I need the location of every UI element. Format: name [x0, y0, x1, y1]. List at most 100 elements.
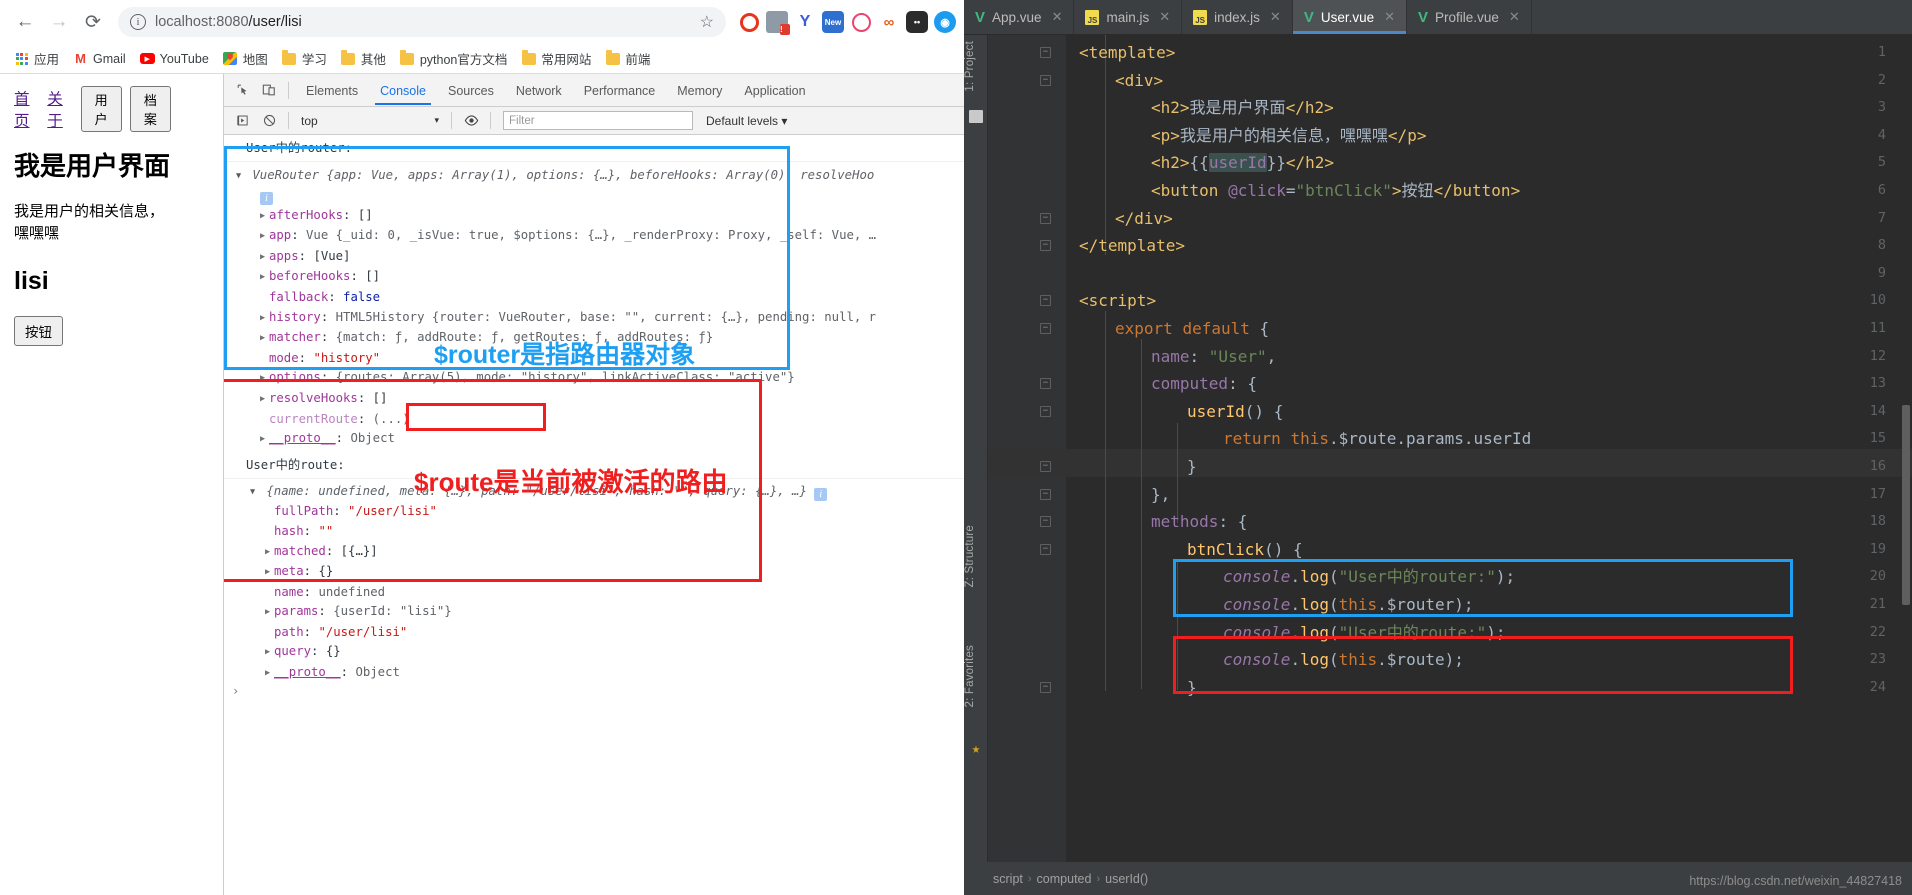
editor-tab-profile-vue[interactable]: V Profile.vue ✕	[1407, 0, 1532, 34]
expand-arrow-icon[interactable]: ▶	[265, 544, 274, 562]
code-fold-icon[interactable]: −	[1040, 295, 1051, 307]
extension-warning-icon[interactable]: !	[766, 11, 790, 35]
inspect-element-icon[interactable]	[230, 77, 256, 103]
code-line[interactable]: name: "User",	[1151, 343, 1276, 371]
code-line[interactable]: <script>	[1079, 287, 1156, 315]
code-fold-icon[interactable]: −	[1040, 516, 1051, 528]
device-toolbar-icon[interactable]	[256, 77, 282, 103]
code-line[interactable]: </div>	[1115, 205, 1173, 233]
code-line[interactable]: <button @click="btnClick">按钮</button>	[1151, 177, 1520, 205]
code-line[interactable]: <div>	[1115, 67, 1163, 95]
code-fold-icon[interactable]: −	[1040, 240, 1051, 252]
live-expression-icon[interactable]	[458, 108, 484, 134]
close-icon[interactable]: ✕	[1506, 9, 1520, 25]
bookmark-folder-python[interactable]: python官方文档	[394, 46, 514, 71]
prop-beforeHooks[interactable]: ▶ beforeHooks: []	[224, 267, 964, 288]
bookmark-folder-xuexi[interactable]: 学习	[276, 46, 333, 71]
expand-arrow-icon[interactable]: ▶	[260, 249, 269, 267]
tab-console[interactable]: Console	[369, 76, 437, 105]
code-fold-icon[interactable]: −	[1040, 543, 1051, 555]
code-line[interactable]: }	[1187, 453, 1197, 481]
prop-params[interactable]: ▶ params: {userId: "lisi"}	[224, 602, 964, 623]
tab-sources[interactable]: Sources	[437, 76, 505, 105]
breadcrumb-script[interactable]: script	[988, 872, 1028, 886]
code-line[interactable]: </template>	[1079, 232, 1185, 260]
editor-tab-index-js[interactable]: JS index.js ✕	[1182, 0, 1293, 34]
prop-proto-router[interactable]: ▶ __proto__: Object	[224, 429, 964, 450]
forward-button[interactable]: →	[42, 5, 76, 39]
expand-arrow-icon[interactable]: ▶	[260, 269, 269, 287]
yandex-icon[interactable]: Y	[794, 11, 816, 33]
expand-arrow-icon[interactable]: ▼	[250, 484, 259, 502]
panda-icon[interactable]: ••	[906, 11, 928, 33]
prop-query[interactable]: ▶ query: {}	[224, 642, 964, 663]
code-line[interactable]: console.log("User中的route:");	[1223, 619, 1506, 647]
expand-arrow-icon[interactable]: ▶	[260, 228, 269, 246]
bookmark-folder-changyong[interactable]: 常用网站	[515, 46, 597, 71]
close-icon[interactable]: ✕	[1381, 9, 1395, 25]
expand-arrow-icon[interactable]: ▶	[260, 370, 269, 388]
nav-link-home[interactable]: 首页	[14, 87, 39, 131]
nav-button-profile[interactable]: 档案	[129, 86, 171, 132]
editor-scrollbar[interactable]	[1902, 405, 1910, 605]
code-line[interactable]: userId() {	[1187, 398, 1283, 426]
bookmark-folder-qita[interactable]: 其他	[335, 46, 392, 71]
code-line[interactable]: <h2>我是用户界面</h2>	[1151, 94, 1334, 122]
code-line[interactable]: }	[1187, 674, 1197, 702]
code-line[interactable]: methods: {	[1151, 508, 1247, 536]
prop-proto-route[interactable]: ▶ __proto__: Object	[224, 663, 964, 684]
info-badge-icon[interactable]: i	[814, 487, 828, 501]
editor-tab-app-vue[interactable]: V App.vue ✕	[964, 0, 1075, 34]
object-header-row[interactable]: ▼ VueRouter {app: Vue, apps: Array(1), o…	[224, 166, 964, 187]
code-line[interactable]: <p>我是用户的相关信息，嘿嘿嘿</p>	[1151, 122, 1426, 150]
info-badge-icon[interactable]: i	[260, 191, 273, 205]
execute-snippet-icon[interactable]	[230, 108, 256, 134]
console-object-route[interactable]: ▼ {name: undefined, meta: {…}, path: "/u…	[224, 479, 964, 684]
code-fold-icon[interactable]: −	[1040, 461, 1051, 472]
rail-structure[interactable]: Z: Structure	[964, 525, 988, 587]
location-icon[interactable]: ◉	[934, 11, 956, 33]
log-level-selector[interactable]: Default levels ▾	[706, 114, 787, 128]
code-fold-icon[interactable]: −	[1040, 378, 1051, 390]
code-line[interactable]: <template>	[1079, 39, 1175, 67]
code-fold-icon[interactable]: −	[1040, 488, 1051, 500]
expand-arrow-icon[interactable]: ▶	[265, 665, 274, 683]
code-line[interactable]: export default {	[1115, 315, 1269, 343]
tab-elements[interactable]: Elements	[295, 76, 369, 105]
bookmark-gmail[interactable]: M Gmail	[67, 48, 132, 69]
code-line[interactable]: computed: {	[1151, 370, 1257, 398]
expand-arrow-icon[interactable]: ▼	[236, 168, 245, 186]
bookmark-youtube[interactable]: ▶ YouTube	[134, 48, 215, 69]
code-line[interactable]: btnClick() {	[1187, 536, 1303, 564]
tab-application[interactable]: Application	[733, 76, 816, 105]
expand-arrow-icon[interactable]: ▶	[265, 604, 274, 622]
code-fold-icon[interactable]: −	[1040, 212, 1051, 224]
editor-code-lines[interactable]: <template> <div> <h2>我是用户界面</h2> <p>我是用户的相关…	[1066, 35, 1912, 862]
clock-icon[interactable]	[850, 11, 872, 33]
prop-options[interactable]: ▶ options: {routes: Array(5), mode: "hist…	[224, 368, 964, 389]
expand-arrow-icon[interactable]: ▶	[265, 644, 274, 662]
console-prompt[interactable]: ›	[224, 684, 964, 698]
editor-tab-main-js[interactable]: JS main.js ✕	[1074, 0, 1183, 34]
code-line[interactable]: console.log(this.$router);	[1223, 591, 1474, 619]
prop-meta[interactable]: ▶ meta: {}	[224, 562, 964, 583]
expand-arrow-icon[interactable]: ▶	[260, 391, 269, 409]
ublock-origin-icon[interactable]	[738, 11, 760, 33]
nav-link-about[interactable]: 关于	[47, 87, 72, 131]
nav-button-user[interactable]: 用户	[80, 86, 122, 132]
editor-tab-user-vue[interactable]: V User.vue ✕	[1292, 0, 1408, 34]
expand-arrow-icon[interactable]: ▶	[260, 310, 269, 328]
expand-arrow-icon[interactable]: ▶	[265, 564, 274, 582]
code-line[interactable]: return this.$route.params.userId	[1223, 425, 1531, 453]
code-fold-icon[interactable]: −	[1040, 323, 1051, 334]
console-object-router[interactable]: ▼ VueRouter {app: Vue, apps: Array(1), o…	[224, 162, 964, 450]
expand-arrow-icon[interactable]: ▶	[260, 431, 269, 449]
rail-project[interactable]: 1: Project	[964, 41, 988, 92]
prop-resolveHooks[interactable]: ▶ resolveHooks: []	[224, 389, 964, 410]
prop-matched[interactable]: ▶ matched: [{…}]	[224, 542, 964, 563]
reload-button[interactable]: ⟳	[76, 5, 110, 39]
tab-memory[interactable]: Memory	[666, 76, 733, 105]
expand-arrow-icon[interactable]: ▶	[260, 330, 269, 348]
code-line[interactable]: <h2>{{userId}}</h2>	[1151, 149, 1334, 177]
action-button[interactable]: 按钮	[14, 315, 63, 346]
